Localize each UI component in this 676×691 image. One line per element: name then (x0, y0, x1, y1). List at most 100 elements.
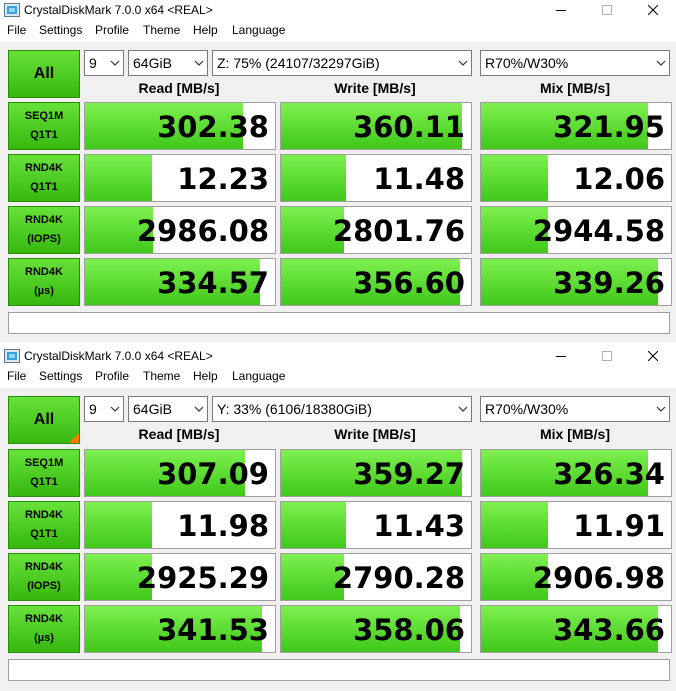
row-label-line1: SEQ1M (24, 457, 64, 469)
result-bar (281, 155, 346, 201)
run-all-label: All (33, 65, 55, 82)
minimize-icon (556, 356, 566, 357)
title-bar[interactable]: CrystalDiskMark 7.0.0 x64 <REAL> (0, 346, 676, 366)
menu-settings[interactable]: Settings (39, 369, 82, 383)
chevron-down-icon (458, 406, 468, 412)
rnd4k-iops-button[interactable]: RND4K (IOPS) (8, 553, 80, 601)
window-title: CrystalDiskMark 7.0.0 x64 <REAL> (24, 349, 213, 363)
result-cell: 302.38 (84, 102, 276, 150)
test-size-select[interactable]: 64GiB (128, 50, 208, 76)
result-value: 11.91 (573, 509, 665, 543)
comment-input[interactable] (8, 659, 670, 681)
close-button[interactable] (630, 0, 676, 20)
result-cell: 2801.76 (280, 206, 472, 254)
menu-file[interactable]: File (7, 23, 26, 37)
run-all-button[interactable]: All (8, 50, 80, 98)
minimize-button[interactable] (538, 346, 584, 366)
maximize-icon (602, 5, 612, 15)
result-cell: 11.98 (84, 501, 276, 549)
minimize-button[interactable] (538, 0, 584, 20)
result-bar (85, 155, 152, 201)
result-value: 359.27 (353, 457, 465, 491)
maximize-button[interactable] (584, 346, 630, 366)
close-icon (648, 351, 658, 361)
result-cell: 11.91 (480, 501, 672, 549)
result-value: 358.06 (353, 613, 465, 647)
test-drive-select[interactable]: Y: 33% (6106/18380GiB) (212, 396, 472, 422)
result-cell: 360.11 (280, 102, 472, 150)
test-count-select[interactable]: 9 (84, 50, 124, 76)
result-value: 326.34 (553, 457, 665, 491)
crystaldiskmark-window-2: CrystalDiskMark 7.0.0 x64 <REAL> File Se… (0, 346, 676, 691)
menu-language[interactable]: Language (232, 23, 285, 37)
result-value: 343.66 (553, 613, 665, 647)
row-label-line1: RND4K (25, 162, 63, 174)
crystaldiskmark-app-icon (4, 3, 20, 17)
test-count-value: 9 (89, 55, 97, 71)
chevron-down-icon (194, 406, 204, 412)
row-label-line2: (IOPS) (27, 580, 61, 592)
result-cell: 12.23 (84, 154, 276, 202)
result-value: 11.48 (373, 162, 465, 196)
run-all-button[interactable]: All (8, 396, 80, 444)
result-cell: 2925.29 (84, 553, 276, 601)
menu-theme[interactable]: Theme (143, 23, 180, 37)
test-size-value: 64GiB (133, 55, 172, 71)
test-size-select[interactable]: 64GiB (128, 396, 208, 422)
result-bar (85, 502, 152, 548)
menu-bar: File Settings Profile Theme Help Languag… (0, 20, 676, 42)
chevron-down-icon (656, 60, 666, 66)
maximize-icon (602, 351, 612, 361)
chevron-down-icon (110, 406, 120, 412)
close-button[interactable] (630, 346, 676, 366)
menu-profile[interactable]: Profile (95, 369, 129, 383)
result-cell: 321.95 (480, 102, 672, 150)
row-label-line1: RND4K (25, 561, 63, 573)
comment-input[interactable] (8, 312, 670, 334)
result-cell: 359.27 (280, 449, 472, 497)
result-cell: 334.57 (84, 258, 276, 306)
mix-ratio-value: R70%/W30% (485, 401, 569, 417)
result-value: 2790.28 (332, 561, 465, 595)
result-value: 12.23 (177, 162, 269, 196)
result-value: 360.11 (353, 110, 465, 144)
row-label-line2: Q1T1 (30, 129, 58, 141)
result-value: 341.53 (157, 613, 269, 647)
rnd4k-latency-button[interactable]: RND4K (µs) (8, 605, 80, 653)
mix-column-header: Mix [MB/s] (540, 426, 610, 442)
result-value: 11.43 (373, 509, 465, 543)
write-column-header: Write [MB/s] (334, 80, 416, 96)
menu-file[interactable]: File (7, 369, 26, 383)
row-label-line2: Q1T1 (30, 181, 58, 193)
result-value: 2906.98 (532, 561, 665, 595)
result-value: 12.06 (573, 162, 665, 196)
rnd4k-q1t1-button[interactable]: RND4K Q1T1 (8, 154, 80, 202)
rnd4k-q1t1-button[interactable]: RND4K Q1T1 (8, 501, 80, 549)
menu-theme[interactable]: Theme (143, 369, 180, 383)
test-count-select[interactable]: 9 (84, 396, 124, 422)
menu-language[interactable]: Language (232, 369, 285, 383)
test-drive-select[interactable]: Z: 75% (24107/32297GiB) (212, 50, 472, 76)
result-cell: 339.26 (480, 258, 672, 306)
menu-settings[interactable]: Settings (39, 23, 82, 37)
mix-column-header: Mix [MB/s] (540, 80, 610, 96)
close-icon (648, 5, 658, 15)
menu-profile[interactable]: Profile (95, 23, 129, 37)
mix-ratio-value: R70%/W30% (485, 55, 569, 71)
row-label-line1: RND4K (25, 613, 63, 625)
row-label-line1: SEQ1M (24, 110, 64, 122)
result-value: 307.09 (157, 457, 269, 491)
title-bar[interactable]: CrystalDiskMark 7.0.0 x64 <REAL> (0, 0, 676, 20)
rnd4k-latency-button[interactable]: RND4K (µs) (8, 258, 80, 306)
chevron-down-icon (194, 60, 204, 66)
maximize-button[interactable] (584, 0, 630, 20)
result-bar (281, 502, 346, 548)
menu-help[interactable]: Help (193, 23, 218, 37)
seq1m-q1t1-button[interactable]: SEQ1M Q1T1 (8, 102, 80, 150)
mix-ratio-select[interactable]: R70%/W30% (480, 50, 670, 76)
menu-help[interactable]: Help (193, 369, 218, 383)
mix-ratio-select[interactable]: R70%/W30% (480, 396, 670, 422)
rnd4k-iops-button[interactable]: RND4K (IOPS) (8, 206, 80, 254)
seq1m-q1t1-button[interactable]: SEQ1M Q1T1 (8, 449, 80, 497)
row-label-line2: (IOPS) (27, 233, 61, 245)
